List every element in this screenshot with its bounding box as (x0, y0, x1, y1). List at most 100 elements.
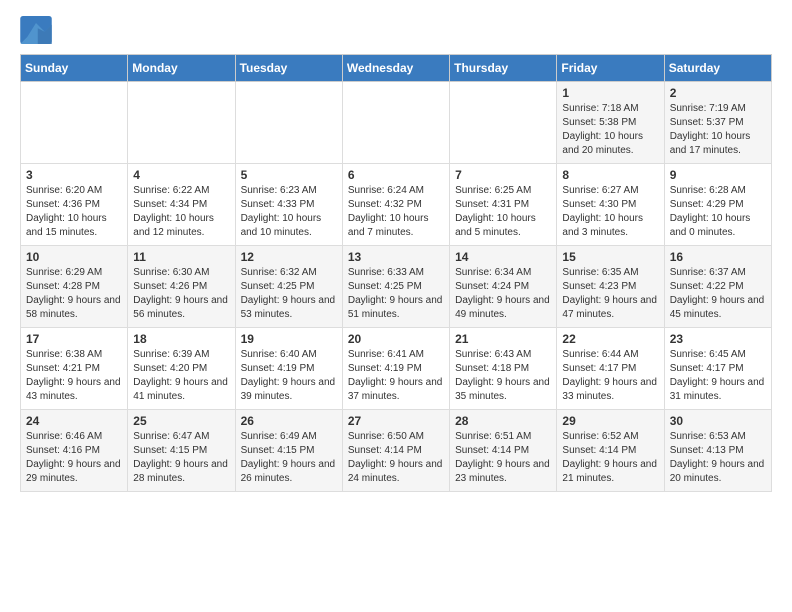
day-info: Sunrise: 7:18 AM Sunset: 5:38 PM Dayligh… (562, 102, 658, 158)
day-info: Sunrise: 6:38 AM Sunset: 4:21 PM Dayligh… (26, 348, 122, 404)
calendar-cell: 19 Sunrise: 6:40 AM Sunset: 4:19 PM Dayli… (235, 328, 342, 410)
day-info: Sunrise: 6:47 AM Sunset: 4:15 PM Dayligh… (133, 430, 229, 486)
calendar-cell: 6 Sunrise: 6:24 AM Sunset: 4:32 PM Daylig… (342, 164, 449, 246)
day-number: 14 (455, 250, 551, 264)
day-info: Sunrise: 6:34 AM Sunset: 4:24 PM Dayligh… (455, 266, 551, 322)
day-info: Sunrise: 6:22 AM Sunset: 4:34 PM Dayligh… (133, 184, 229, 240)
calendar-cell: 27 Sunrise: 6:50 AM Sunset: 4:14 PM Dayli… (342, 410, 449, 492)
calendar-cell: 15 Sunrise: 6:35 AM Sunset: 4:23 PM Dayli… (557, 246, 664, 328)
calendar-week-row: 3Sunrise: 6:20 AM Sunset: 4:36 PM Daylig… (21, 164, 772, 246)
calendar-cell: 18Sunrise: 6:39 AM Sunset: 4:20 PM Dayli… (128, 328, 235, 410)
calendar-week-row: 10 Sunrise: 6:29 AM Sunset: 4:28 PM Dayli… (21, 246, 772, 328)
day-number: 17 (26, 332, 122, 346)
day-number: 27 (348, 414, 444, 428)
calendar-cell: 2 Sunrise: 7:19 AM Sunset: 5:37 PM Daylig… (664, 82, 771, 164)
calendar-week-row: 17 Sunrise: 6:38 AM Sunset: 4:21 PM Dayli… (21, 328, 772, 410)
day-info: Sunrise: 6:37 AM Sunset: 4:22 PM Dayligh… (670, 266, 766, 322)
day-number: 15 (562, 250, 658, 264)
calendar-week-row: 1 Sunrise: 7:18 AM Sunset: 5:38 PM Daylig… (21, 82, 772, 164)
day-number: 28 (455, 414, 551, 428)
day-info: Sunrise: 6:44 AM Sunset: 4:17 PM Dayligh… (562, 348, 658, 404)
calendar-cell: 14 Sunrise: 6:34 AM Sunset: 4:24 PM Dayli… (450, 246, 557, 328)
calendar-cell: 5 Sunrise: 6:23 AM Sunset: 4:33 PM Daylig… (235, 164, 342, 246)
day-number: 10 (26, 250, 122, 264)
calendar-cell: 12 Sunrise: 6:32 AM Sunset: 4:25 PM Dayli… (235, 246, 342, 328)
day-info: Sunrise: 6:24 AM Sunset: 4:32 PM Dayligh… (348, 184, 444, 240)
day-number: 2 (670, 86, 766, 100)
day-number: 16 (670, 250, 766, 264)
calendar-cell: 20Sunrise: 6:41 AM Sunset: 4:19 PM Dayli… (342, 328, 449, 410)
day-info: Sunrise: 6:46 AM Sunset: 4:16 PM Dayligh… (26, 430, 122, 486)
header-saturday: Saturday (664, 55, 771, 82)
calendar-cell: 9 Sunrise: 6:28 AM Sunset: 4:29 PM Daylig… (664, 164, 771, 246)
day-info: Sunrise: 6:53 AM Sunset: 4:13 PM Dayligh… (670, 430, 766, 486)
day-info: Sunrise: 6:39 AM Sunset: 4:20 PM Dayligh… (133, 348, 229, 404)
day-info: Sunrise: 6:40 AM Sunset: 4:19 PM Dayligh… (241, 348, 337, 404)
day-info: Sunrise: 6:45 AM Sunset: 4:17 PM Dayligh… (670, 348, 766, 404)
calendar-cell: 13 Sunrise: 6:33 AM Sunset: 4:25 PM Dayli… (342, 246, 449, 328)
calendar-cell: 3Sunrise: 6:20 AM Sunset: 4:36 PM Daylig… (21, 164, 128, 246)
day-number: 7 (455, 168, 551, 182)
day-info: Sunrise: 6:35 AM Sunset: 4:23 PM Dayligh… (562, 266, 658, 322)
day-info: Sunrise: 6:33 AM Sunset: 4:25 PM Dayligh… (348, 266, 444, 322)
calendar-cell: 1 Sunrise: 7:18 AM Sunset: 5:38 PM Daylig… (557, 82, 664, 164)
calendar-cell: 23Sunrise: 6:45 AM Sunset: 4:17 PM Dayli… (664, 328, 771, 410)
day-number: 5 (241, 168, 337, 182)
calendar-cell: 22 Sunrise: 6:44 AM Sunset: 4:17 PM Dayli… (557, 328, 664, 410)
logo (20, 16, 56, 44)
day-info: Sunrise: 6:28 AM Sunset: 4:29 PM Dayligh… (670, 184, 766, 240)
calendar-cell: 21 Sunrise: 6:43 AM Sunset: 4:18 PM Dayli… (450, 328, 557, 410)
day-info: Sunrise: 6:23 AM Sunset: 4:33 PM Dayligh… (241, 184, 337, 240)
calendar-cell: 26Sunrise: 6:49 AM Sunset: 4:15 PM Dayli… (235, 410, 342, 492)
calendar-cell: 11 Sunrise: 6:30 AM Sunset: 4:26 PM Dayli… (128, 246, 235, 328)
day-number: 20 (348, 332, 444, 346)
calendar-cell (21, 82, 128, 164)
calendar-week-row: 24Sunrise: 6:46 AM Sunset: 4:16 PM Dayli… (21, 410, 772, 492)
day-number: 19 (241, 332, 337, 346)
calendar-cell: 25 Sunrise: 6:47 AM Sunset: 4:15 PM Dayli… (128, 410, 235, 492)
calendar-cell: 30 Sunrise: 6:53 AM Sunset: 4:13 PM Dayli… (664, 410, 771, 492)
day-number: 6 (348, 168, 444, 182)
calendar-cell: 7 Sunrise: 6:25 AM Sunset: 4:31 PM Daylig… (450, 164, 557, 246)
day-number: 22 (562, 332, 658, 346)
day-info: Sunrise: 6:43 AM Sunset: 4:18 PM Dayligh… (455, 348, 551, 404)
calendar-cell (128, 82, 235, 164)
header-thursday: Thursday (450, 55, 557, 82)
header-sunday: Sunday (21, 55, 128, 82)
day-info: Sunrise: 6:25 AM Sunset: 4:31 PM Dayligh… (455, 184, 551, 240)
day-info: Sunrise: 6:29 AM Sunset: 4:28 PM Dayligh… (26, 266, 122, 322)
day-number: 11 (133, 250, 229, 264)
day-info: Sunrise: 6:50 AM Sunset: 4:14 PM Dayligh… (348, 430, 444, 486)
day-number: 3 (26, 168, 122, 182)
header-monday: Monday (128, 55, 235, 82)
day-info: Sunrise: 6:30 AM Sunset: 4:26 PM Dayligh… (133, 266, 229, 322)
header-wednesday: Wednesday (342, 55, 449, 82)
day-info: Sunrise: 6:27 AM Sunset: 4:30 PM Dayligh… (562, 184, 658, 240)
calendar-table: SundayMondayTuesdayWednesdayThursdayFrid… (20, 54, 772, 492)
day-number: 4 (133, 168, 229, 182)
day-number: 8 (562, 168, 658, 182)
day-number: 9 (670, 168, 766, 182)
day-info: Sunrise: 6:49 AM Sunset: 4:15 PM Dayligh… (241, 430, 337, 486)
day-info: Sunrise: 6:52 AM Sunset: 4:14 PM Dayligh… (562, 430, 658, 486)
day-info: Sunrise: 6:51 AM Sunset: 4:14 PM Dayligh… (455, 430, 551, 486)
calendar-cell: 24Sunrise: 6:46 AM Sunset: 4:16 PM Dayli… (21, 410, 128, 492)
day-number: 13 (348, 250, 444, 264)
day-number: 30 (670, 414, 766, 428)
calendar-cell: 28 Sunrise: 6:51 AM Sunset: 4:14 PM Dayli… (450, 410, 557, 492)
header-friday: Friday (557, 55, 664, 82)
calendar-cell: 17 Sunrise: 6:38 AM Sunset: 4:21 PM Dayli… (21, 328, 128, 410)
calendar-cell: 8 Sunrise: 6:27 AM Sunset: 4:30 PM Daylig… (557, 164, 664, 246)
day-number: 1 (562, 86, 658, 100)
day-info: Sunrise: 6:32 AM Sunset: 4:25 PM Dayligh… (241, 266, 337, 322)
day-info: Sunrise: 7:19 AM Sunset: 5:37 PM Dayligh… (670, 102, 766, 158)
header-tuesday: Tuesday (235, 55, 342, 82)
logo-icon (20, 16, 52, 44)
page-header (20, 16, 772, 44)
day-number: 21 (455, 332, 551, 346)
calendar-cell: 29 Sunrise: 6:52 AM Sunset: 4:14 PM Dayli… (557, 410, 664, 492)
day-number: 25 (133, 414, 229, 428)
calendar-cell: 16 Sunrise: 6:37 AM Sunset: 4:22 PM Dayli… (664, 246, 771, 328)
day-number: 12 (241, 250, 337, 264)
day-number: 29 (562, 414, 658, 428)
